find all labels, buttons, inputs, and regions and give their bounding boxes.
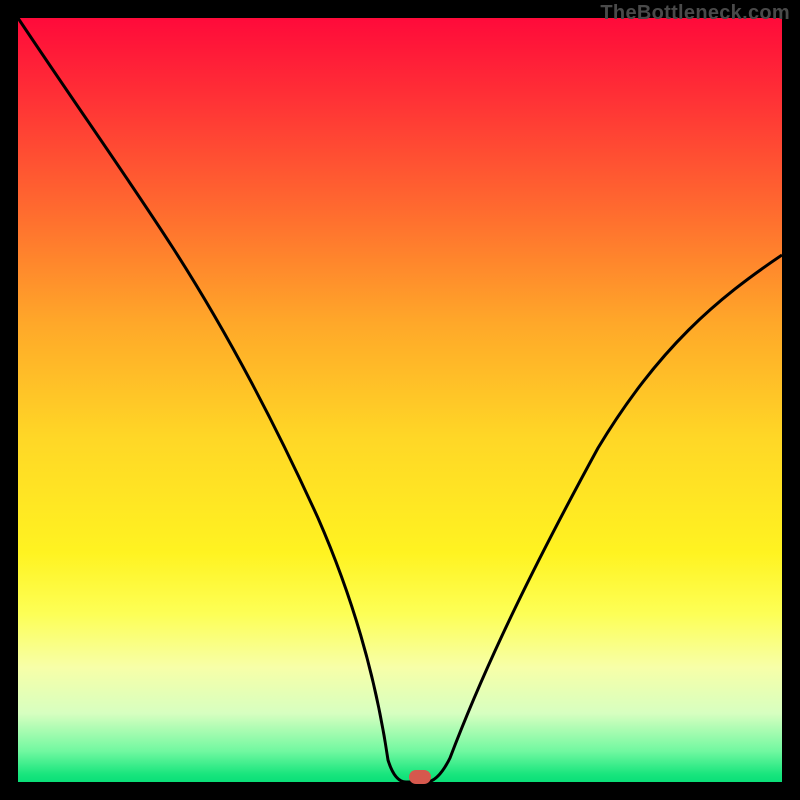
watermark-text: TheBottleneck.com bbox=[600, 2, 790, 25]
curve-layer bbox=[18, 18, 782, 782]
chart-frame: TheBottleneck.com bbox=[0, 0, 800, 800]
optimal-marker bbox=[409, 770, 431, 784]
bottleneck-curve bbox=[18, 18, 782, 782]
